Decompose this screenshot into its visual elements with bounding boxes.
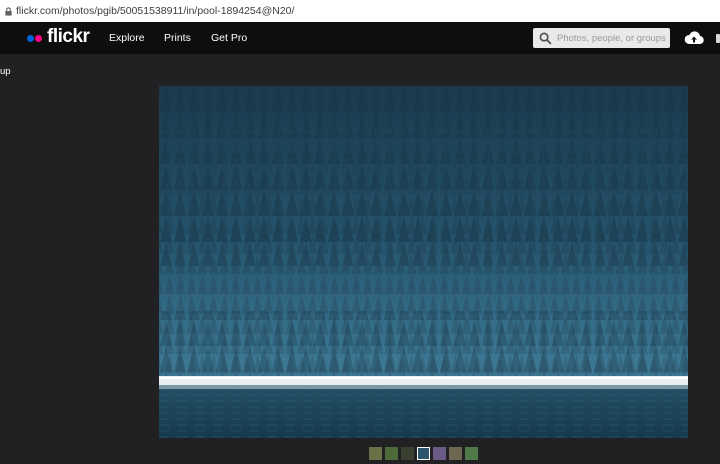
logo-text: flickr [47, 26, 90, 47]
main-photo[interactable] [159, 86, 688, 438]
lock-icon [5, 6, 12, 16]
avatar[interactable] [716, 34, 720, 43]
filmstrip-thumbnail[interactable] [465, 447, 478, 460]
filmstrip-thumbnail[interactable] [401, 447, 414, 460]
browser-address-bar[interactable]: flickr.com/photos/pgib/50051538911/in/po… [0, 0, 720, 23]
search-icon[interactable] [539, 32, 552, 45]
back-to-group-link[interactable]: up [0, 66, 11, 77]
filmstrip-thumbnail-current[interactable] [417, 447, 430, 460]
nav-link-prints[interactable]: Prints [164, 22, 191, 54]
photo-filmstrip [369, 447, 478, 460]
filmstrip-thumbnail[interactable] [369, 447, 382, 460]
nav-link-get-pro[interactable]: Get Pro [211, 22, 247, 54]
flickr-logo[interactable]: flickr [27, 22, 90, 54]
filmstrip-thumbnail[interactable] [385, 447, 398, 460]
nav-link-explore[interactable]: Explore [109, 22, 145, 54]
filmstrip-thumbnail[interactable] [449, 447, 462, 460]
upload-cloud-icon[interactable] [684, 30, 704, 46]
logo-pink-dot [35, 34, 42, 42]
search-input[interactable]: Photos, people, or groups [533, 28, 670, 48]
filmstrip-thumbnail[interactable] [433, 447, 446, 460]
url-text[interactable]: flickr.com/photos/pgib/50051538911/in/po… [16, 5, 294, 17]
flickr-header: flickr Explore Prints Get Pro Photos, pe… [0, 22, 720, 54]
search-placeholder: Photos, people, or groups [557, 32, 666, 44]
logo-blue-dot [27, 34, 34, 42]
